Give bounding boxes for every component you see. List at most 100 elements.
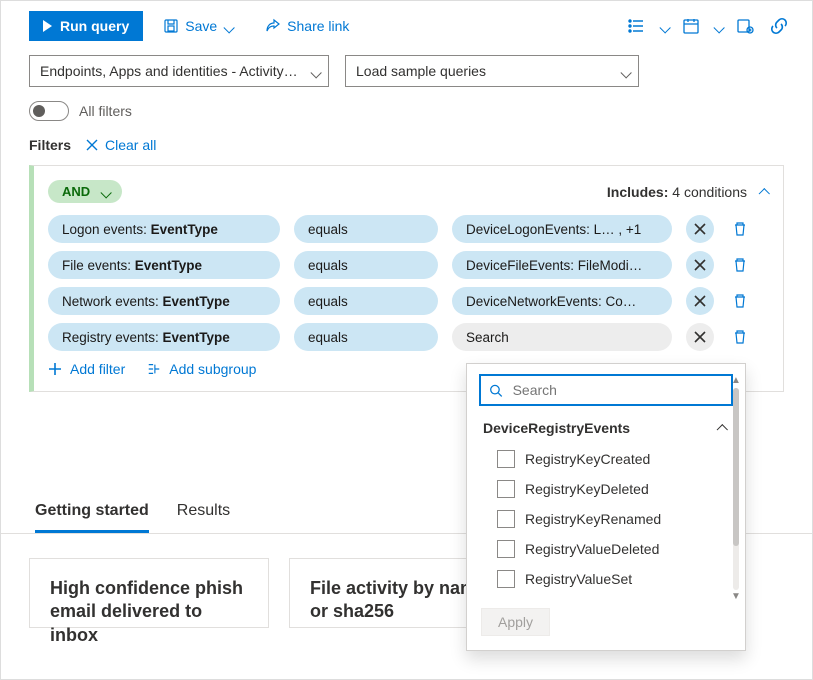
filter-row: Registry events: EventType equals Search [48,323,769,351]
dropdown-option[interactable]: RegistryKeyDeleted [497,474,733,504]
sample-queries-select[interactable]: Load sample queries [345,55,639,87]
run-query-button[interactable]: Run query [29,11,143,41]
selects-row: Endpoints, Apps and identities - Activit… [1,53,812,101]
filter-row: File events: EventType equals DeviceFileEv… [48,251,769,279]
filter-operator-pill[interactable]: equals [294,323,438,351]
includes-count: 4 conditions [672,184,747,200]
list-view-button[interactable] [622,11,652,41]
calendar-icon [682,17,700,35]
save-label: Save [185,18,217,34]
plus-icon [48,362,62,376]
checkbox[interactable] [497,480,515,498]
all-filters-toggle[interactable] [29,101,69,121]
dropdown-option[interactable]: RegistryKeyCreated [497,444,733,474]
query-card[interactable]: High confidence phish email delivered to… [29,558,269,628]
dropdown-scrollbar[interactable]: ▲ ▼ [729,376,743,602]
checkbox[interactable] [497,570,515,588]
apply-button[interactable]: Apply [481,608,550,636]
date-button[interactable] [676,11,706,41]
filter-column-pill[interactable]: Network events: EventType [48,287,280,315]
query-card-title: File activity by name or sha256 [310,578,486,621]
chevron-up-icon [719,420,727,436]
add-filter-label: Add filter [70,361,125,377]
scroll-down-icon[interactable]: ▼ [731,592,741,602]
group-operator-label: AND [62,184,90,199]
clear-value-button[interactable] [686,251,714,279]
dropdown-option-label: RegistryKeyDeleted [525,481,649,497]
delete-filter-button[interactable] [728,253,752,277]
tab-results[interactable]: Results [177,502,230,533]
dropdown-option[interactable]: RegistryValueSet [497,564,733,594]
filter-operator-pill[interactable]: equals [294,287,438,315]
all-filters-row: All filters [1,101,812,137]
scope-value: Endpoints, Apps and identities - Activit… [40,63,298,79]
dropdown-option[interactable]: RegistryValueDeleted [497,534,733,564]
dropdown-option-label: RegistryKeyRenamed [525,511,661,527]
actions-button[interactable] [730,11,760,41]
collapse-group-button[interactable] [761,184,769,200]
filters-header: Filters Clear all [1,137,812,165]
toolbar-right-icons [622,11,794,41]
dropdown-search-input[interactable] [511,381,723,399]
chevron-down-icon [659,21,669,31]
all-filters-label: All filters [79,103,132,119]
search-icon [489,383,503,398]
filter-group-card: AND Includes: 4 conditions Logon events:… [29,165,784,392]
filter-value-pill[interactable]: Search [452,323,672,351]
delete-filter-button[interactable] [728,325,752,349]
filter-value-pill[interactable]: DeviceNetworkEvents: Co… [452,287,672,315]
checkbox[interactable] [497,540,515,558]
filter-operator-pill[interactable]: equals [294,215,438,243]
filter-column-pill[interactable]: Logon events: EventType [48,215,280,243]
chevron-down-icon [223,21,233,31]
checkbox[interactable] [497,510,515,528]
clear-value-button[interactable] [686,215,714,243]
scroll-up-icon[interactable]: ▲ [731,376,741,386]
value-picker-dropdown: DeviceRegistryEvents RegistryKeyCreated R… [466,363,746,651]
scope-select[interactable]: Endpoints, Apps and identities - Activit… [29,55,329,87]
delete-filter-button[interactable] [728,217,752,241]
group-operator-pill[interactable]: AND [48,180,122,203]
clear-all-button[interactable]: Clear all [85,137,156,153]
add-subgroup-button[interactable]: Add subgroup [147,361,256,377]
date-chevron[interactable] [710,11,726,41]
run-query-label: Run query [60,18,129,34]
filter-column-pill[interactable]: Registry events: EventType [48,323,280,351]
filter-value-pill[interactable]: DeviceFileEvents: FileModi… [452,251,672,279]
link-button[interactable] [764,11,794,41]
dropdown-group-label: DeviceRegistryEvents [483,420,630,436]
share-icon [265,18,281,34]
delete-filter-button[interactable] [728,289,752,313]
chevron-down-icon [310,66,320,76]
clear-value-button[interactable] [686,323,714,351]
save-icon [163,18,179,34]
checkbox[interactable] [497,450,515,468]
list-view-chevron[interactable] [656,11,672,41]
link-icon [770,17,788,35]
subgroup-icon [147,362,161,376]
query-card-title: High confidence phish email delivered to… [50,578,243,645]
dropdown-search-box[interactable] [479,374,733,406]
save-button[interactable]: Save [155,12,241,40]
tab-results-label: Results [177,502,230,519]
close-icon [85,138,99,152]
dropdown-option[interactable]: RegistryKeyRenamed [497,504,733,534]
action-icon [736,17,754,35]
filter-value-pill[interactable]: DeviceLogonEvents: L… , +1 [452,215,672,243]
list-icon [628,17,646,35]
apply-label: Apply [498,614,533,630]
share-link-button[interactable]: Share link [257,12,357,40]
dropdown-group-header[interactable]: DeviceRegistryEvents [475,416,737,440]
dropdown-option-label: RegistryValueDeleted [525,541,659,557]
tab-getting-started[interactable]: Getting started [35,502,149,533]
filter-row: Network events: EventType equals DeviceNet… [48,287,769,315]
filter-column-pill[interactable]: File events: EventType [48,251,280,279]
filter-operator-pill[interactable]: equals [294,251,438,279]
share-label: Share link [287,18,349,34]
top-toolbar: Run query Save Share link [1,1,812,53]
clear-value-button[interactable] [686,287,714,315]
add-subgroup-label: Add subgroup [169,361,256,377]
dropdown-option-label: RegistryValueSet [525,571,632,587]
add-filter-button[interactable]: Add filter [48,361,125,377]
includes-label: Includes: [607,184,668,200]
